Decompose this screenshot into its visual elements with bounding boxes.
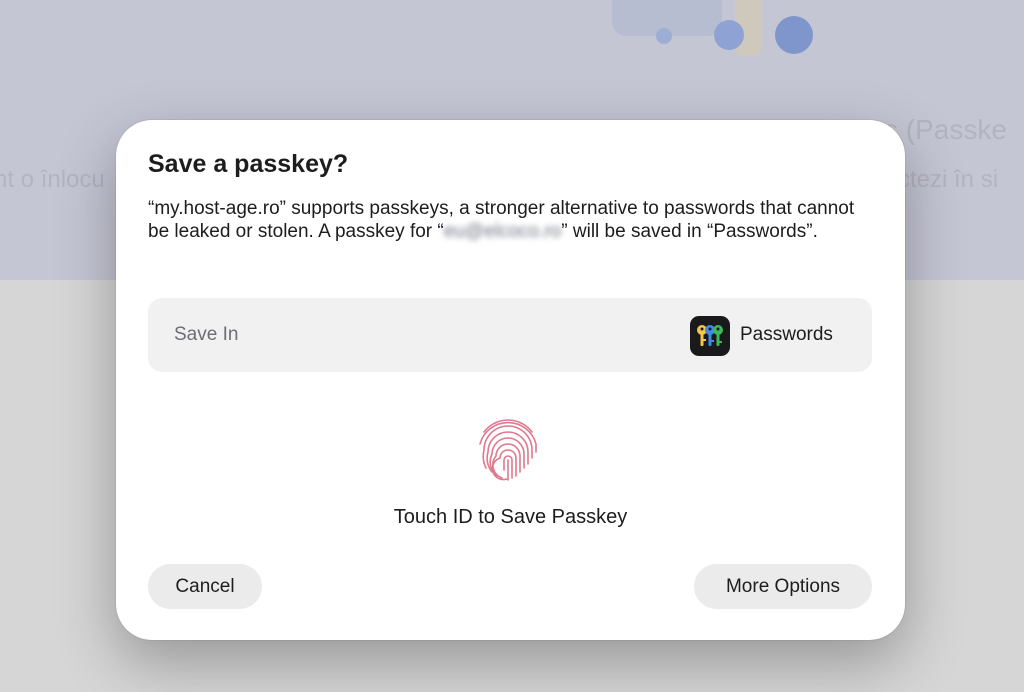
- save-in-value: Passwords: [740, 324, 833, 345]
- background-dot: [656, 28, 672, 44]
- background-body-text-right: ctezi în si: [898, 166, 999, 193]
- more-options-button[interactable]: More Options: [694, 564, 872, 609]
- save-in-selector[interactable]: Save In Passwords: [148, 298, 872, 372]
- background-body-text-left: nt o înlocu: [0, 166, 105, 193]
- dialog-description: “my.host-age.ro” supports passkeys, a st…: [148, 197, 878, 243]
- cancel-button[interactable]: Cancel: [148, 564, 262, 609]
- save-passkey-dialog: Save a passkey? “my.host-age.ro” support…: [116, 120, 905, 640]
- save-in-label: Save In: [174, 324, 239, 345]
- fingerprint-icon: [470, 410, 546, 486]
- description-text: ” will be saved in “Passwords”.: [561, 221, 818, 242]
- account-email-redacted: eu@elcoco.ro: [443, 221, 562, 242]
- background-heading-text: s (Passke: [884, 114, 1007, 145]
- background-dot: [714, 20, 744, 50]
- touch-id-label: Touch ID to Save Passkey: [393, 506, 628, 528]
- dialog-title: Save a passkey?: [148, 150, 349, 178]
- background-dot: [775, 16, 813, 54]
- passwords-keys-icon: [690, 316, 730, 356]
